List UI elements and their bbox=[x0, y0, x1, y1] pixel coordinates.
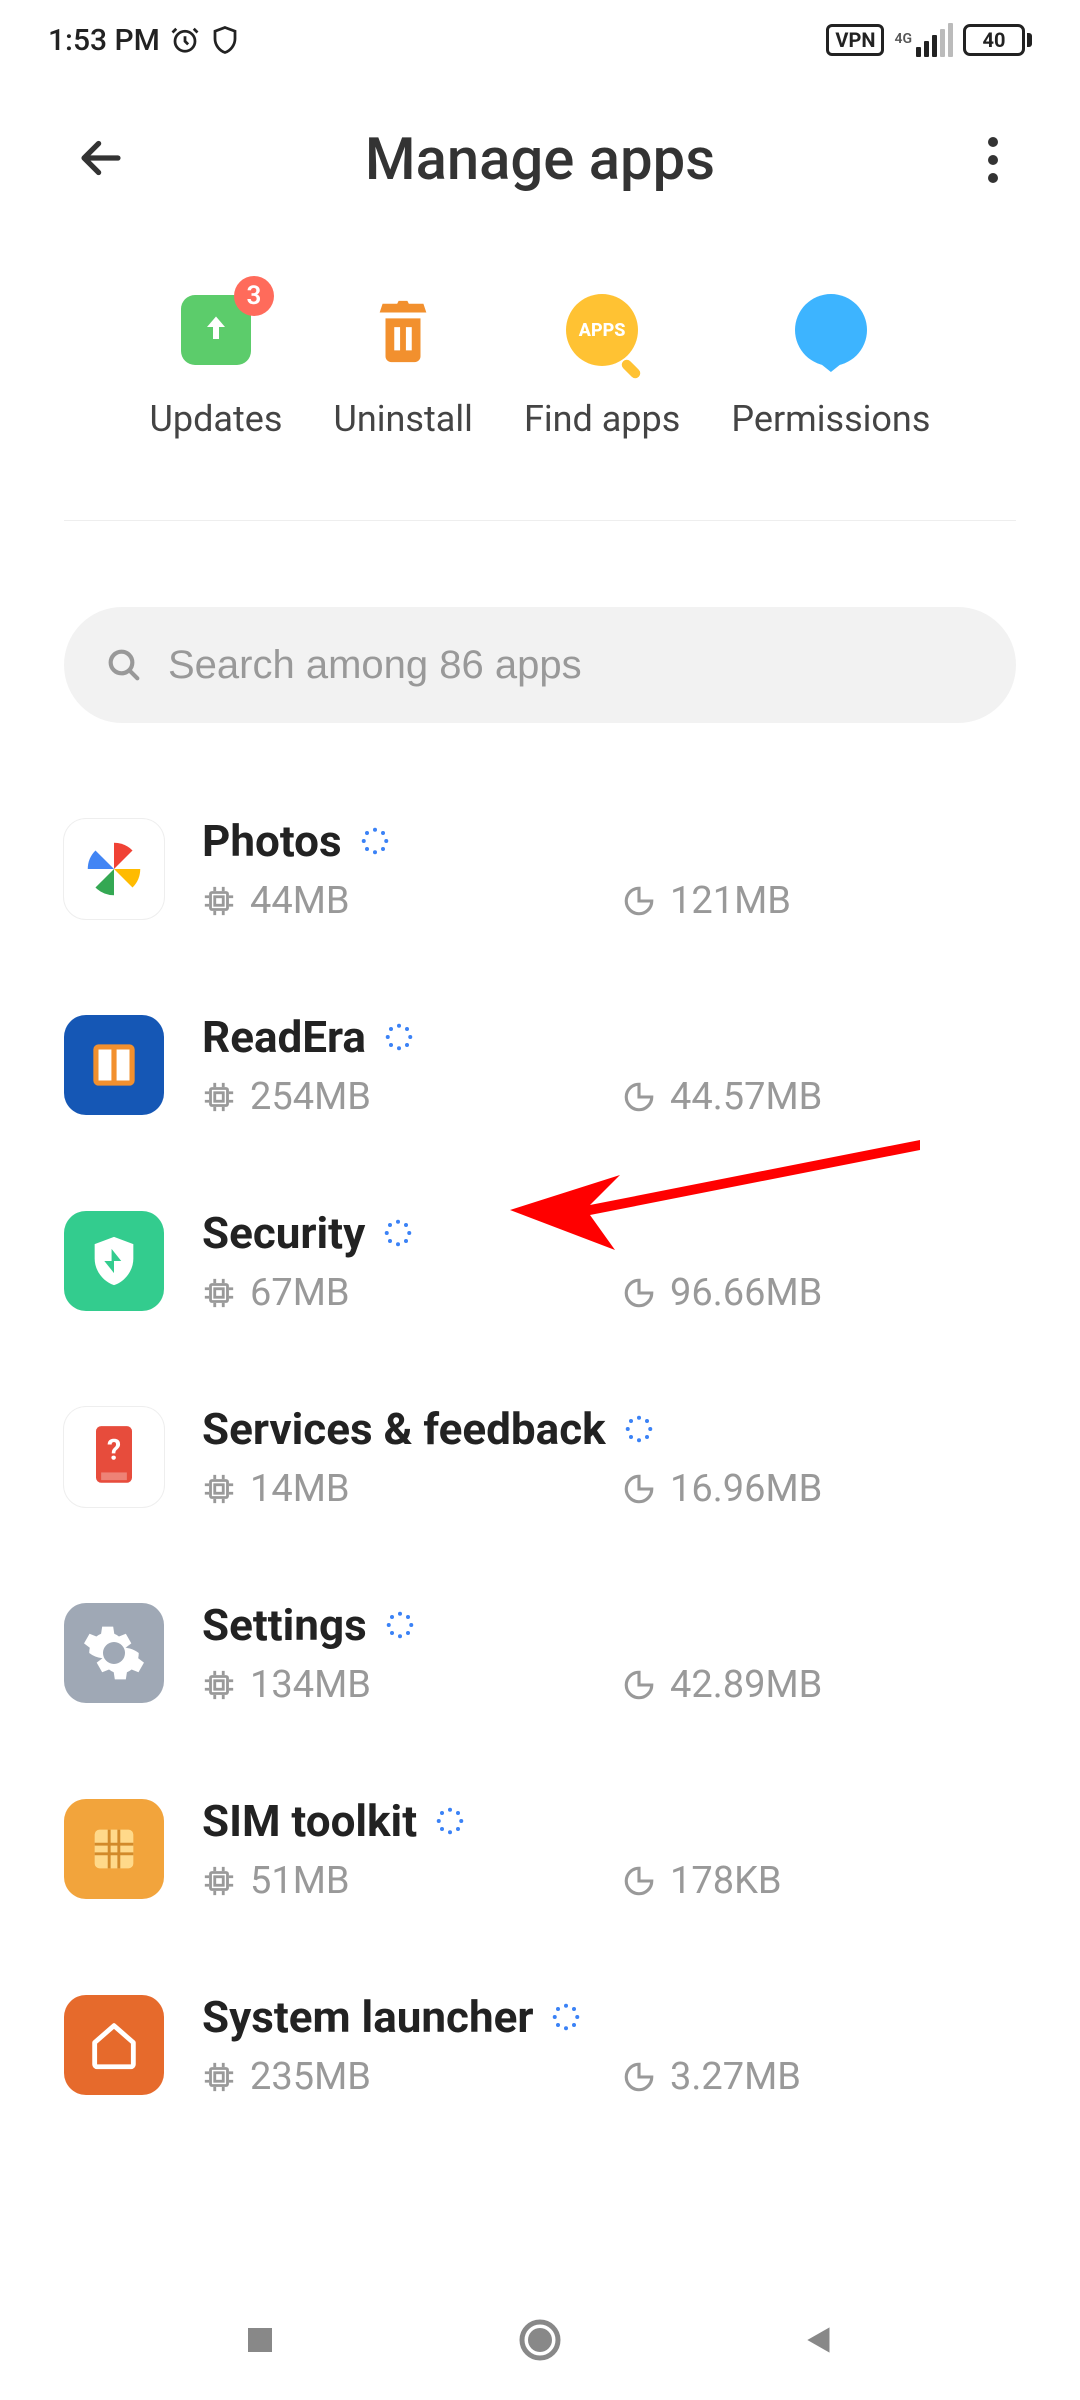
circle-icon bbox=[516, 2316, 564, 2364]
loading-spinner-icon bbox=[551, 2002, 581, 2032]
app-storage: 14MB bbox=[250, 1467, 350, 1511]
app-icon-security bbox=[64, 1211, 164, 1311]
status-bar: 1:53 PM VPN 4G 40 bbox=[0, 0, 1080, 80]
nav-recent-button[interactable] bbox=[236, 2316, 284, 2364]
action-find-apps[interactable]: APPS Find apps bbox=[524, 290, 680, 440]
action-row: 3 Updates Uninstall APPS Find apps Permi… bbox=[64, 240, 1016, 521]
more-options-button[interactable] bbox=[988, 137, 998, 183]
app-storage: 254MB bbox=[250, 1075, 371, 1119]
app-name: ReadEra bbox=[202, 1011, 366, 1063]
app-list: Photos 44MB 121MB ReadEra bbox=[0, 771, 1080, 2143]
pie-icon bbox=[622, 884, 656, 918]
app-data: 44.57MB bbox=[670, 1075, 822, 1119]
loading-spinner-icon bbox=[624, 1414, 654, 1444]
title-bar: Manage apps bbox=[0, 80, 1080, 240]
app-data: 16.96MB bbox=[670, 1467, 822, 1511]
chip-icon bbox=[202, 1080, 236, 1114]
page-title: Manage apps bbox=[72, 126, 1008, 194]
nav-back-button[interactable] bbox=[796, 2316, 844, 2364]
app-storage: 67MB bbox=[250, 1271, 350, 1315]
app-row-photos[interactable]: Photos 44MB 121MB bbox=[64, 771, 1016, 967]
app-data: 121MB bbox=[670, 879, 791, 923]
app-row-security[interactable]: Security 67MB 96.66MB bbox=[64, 1163, 1016, 1359]
action-updates[interactable]: 3 Updates bbox=[150, 290, 283, 440]
search-bar[interactable] bbox=[64, 607, 1016, 723]
app-icon-launcher bbox=[64, 1995, 164, 2095]
loading-spinner-icon bbox=[383, 1218, 413, 1248]
chip-icon bbox=[202, 1472, 236, 1506]
action-label: Permissions bbox=[731, 398, 930, 440]
app-name: SIM toolkit bbox=[202, 1795, 417, 1847]
pie-icon bbox=[622, 1276, 656, 1310]
battery-icon: 40 bbox=[963, 24, 1032, 56]
search-input[interactable] bbox=[168, 643, 976, 688]
app-icon-services: ? bbox=[64, 1407, 164, 1507]
chip-icon bbox=[202, 884, 236, 918]
action-permissions[interactable]: Permissions bbox=[731, 290, 930, 440]
arrow-left-icon bbox=[72, 129, 130, 187]
app-data: 96.66MB bbox=[670, 1271, 822, 1315]
app-data: 178KB bbox=[670, 1859, 782, 1903]
app-row-system-launcher[interactable]: System launcher 235MB 3.27MB bbox=[64, 1947, 1016, 2143]
app-icon-settings bbox=[64, 1603, 164, 1703]
loading-spinner-icon bbox=[384, 1022, 414, 1052]
app-storage: 134MB bbox=[250, 1663, 371, 1707]
app-name: Security bbox=[202, 1207, 365, 1259]
chip-icon bbox=[202, 1864, 236, 1898]
chip-icon bbox=[202, 1276, 236, 1310]
back-button[interactable] bbox=[72, 129, 130, 191]
app-storage: 44MB bbox=[250, 879, 350, 923]
signal-icon bbox=[916, 23, 953, 57]
loading-spinner-icon bbox=[360, 826, 390, 856]
app-name: Photos bbox=[202, 815, 342, 867]
pie-icon bbox=[622, 1864, 656, 1898]
nav-bar bbox=[0, 2280, 1080, 2400]
vpn-indicator: VPN bbox=[826, 24, 884, 56]
app-row-settings[interactable]: Settings 134MB 42.89MB bbox=[64, 1555, 1016, 1751]
square-icon bbox=[242, 2322, 278, 2358]
app-row-services-feedback[interactable]: ? Services & feedback 14MB 16.96MB bbox=[64, 1359, 1016, 1555]
search-icon bbox=[104, 645, 144, 685]
network-type: 4G bbox=[894, 31, 912, 47]
app-data: 3.27MB bbox=[670, 2055, 801, 2099]
app-storage: 235MB bbox=[250, 2055, 371, 2099]
chip-icon bbox=[202, 1668, 236, 1702]
loading-spinner-icon bbox=[385, 1610, 415, 1640]
app-name: Settings bbox=[202, 1599, 367, 1651]
chip-icon bbox=[202, 2060, 236, 2094]
triangle-left-icon bbox=[801, 2321, 839, 2359]
action-label: Updates bbox=[150, 398, 283, 440]
app-icon-photos bbox=[64, 819, 164, 919]
action-label: Uninstall bbox=[334, 398, 473, 440]
app-data: 42.89MB bbox=[670, 1663, 822, 1707]
trash-icon bbox=[368, 290, 438, 370]
status-time: 1:53 PM bbox=[48, 23, 160, 58]
app-row-readera[interactable]: ReadEra 254MB 44.57MB bbox=[64, 967, 1016, 1163]
svg-text:?: ? bbox=[107, 1434, 121, 1467]
pie-icon bbox=[622, 1668, 656, 1702]
app-storage: 51MB bbox=[250, 1859, 350, 1903]
app-icon-sim bbox=[64, 1799, 164, 1899]
loading-spinner-icon bbox=[435, 1806, 465, 1836]
updates-badge: 3 bbox=[234, 276, 274, 316]
action-uninstall[interactable]: Uninstall bbox=[334, 290, 473, 440]
app-row-sim-toolkit[interactable]: SIM toolkit 51MB 178KB bbox=[64, 1751, 1016, 1947]
nav-home-button[interactable] bbox=[516, 2316, 564, 2364]
find-apps-icon: APPS bbox=[566, 294, 638, 366]
pie-icon bbox=[622, 1472, 656, 1506]
action-label: Find apps bbox=[524, 398, 680, 440]
app-icon-readera bbox=[64, 1015, 164, 1115]
permissions-icon bbox=[795, 294, 867, 366]
pie-icon bbox=[622, 2060, 656, 2094]
app-name: Services & feedback bbox=[202, 1403, 606, 1455]
pie-icon bbox=[622, 1080, 656, 1114]
app-name: System launcher bbox=[202, 1991, 533, 2043]
shield-outline-icon bbox=[210, 25, 240, 55]
alarm-icon bbox=[170, 25, 200, 55]
